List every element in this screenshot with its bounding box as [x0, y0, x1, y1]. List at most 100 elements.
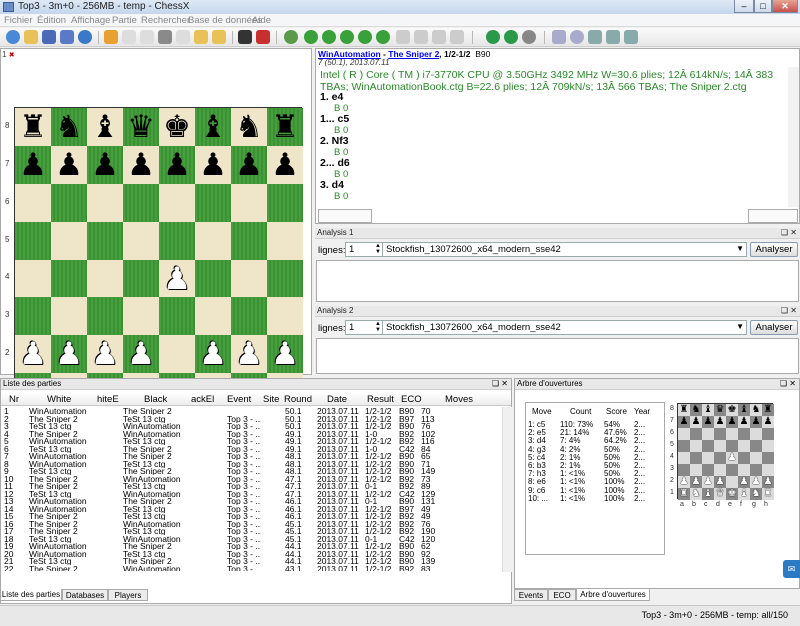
square-b4[interactable]: [51, 259, 87, 298]
square-d4[interactable]: [123, 259, 159, 298]
column-header[interactable]: Count: [570, 407, 591, 416]
white-pawn-icon[interactable]: ♟: [195, 335, 231, 373]
menu-edition[interactable]: Édition: [37, 15, 66, 26]
square-h4[interactable]: [267, 259, 303, 298]
white-pawn-icon[interactable]: ♟: [231, 335, 267, 373]
square-h3[interactable]: [267, 297, 303, 336]
black-pawn-icon[interactable]: ♟: [159, 146, 195, 184]
chess-piece-icon[interactable]: [158, 30, 172, 44]
tree-row[interactable]: 10: ... 1: <1% 100% 2...: [526, 494, 664, 503]
column-header[interactable]: White: [47, 394, 71, 405]
square-a4[interactable]: [15, 259, 51, 298]
previous-game-icon[interactable]: [486, 30, 500, 44]
square-e6[interactable]: [159, 183, 195, 222]
notation-scrollbar[interactable]: [788, 67, 799, 207]
undo-icon[interactable]: [450, 30, 464, 44]
square-f3[interactable]: [195, 297, 231, 336]
column-header[interactable]: Round: [284, 394, 312, 405]
paste-icon[interactable]: [176, 30, 190, 44]
black-queen-icon[interactable]: ♛: [123, 108, 159, 146]
search-icon[interactable]: [570, 30, 584, 44]
tab-eco[interactable]: ECO: [548, 589, 576, 601]
column-header[interactable]: Score: [606, 407, 627, 416]
down-variation-icon[interactable]: [432, 30, 446, 44]
column-header[interactable]: Event: [227, 394, 251, 405]
square-g6[interactable]: [231, 183, 267, 222]
square-g3[interactable]: [231, 297, 267, 336]
black-pawn-icon[interactable]: ♟: [123, 146, 159, 184]
open-folder-icon[interactable]: [24, 30, 38, 44]
lines-spinbox[interactable]: 1 ▲ ▼: [345, 320, 383, 335]
lines-spinbox[interactable]: 1 ▲ ▼: [345, 242, 383, 257]
column-header[interactable]: Move: [532, 407, 552, 416]
square-b6[interactable]: [51, 183, 87, 222]
copy-icon[interactable]: [140, 30, 154, 44]
comment-box-left[interactable]: [318, 209, 372, 223]
black-knight-icon[interactable]: ♞: [231, 108, 267, 146]
tab-events[interactable]: Events: [514, 589, 548, 601]
analyze-button[interactable]: Analyser: [750, 320, 798, 335]
square-b3[interactable]: [51, 297, 87, 336]
black-pawn-icon[interactable]: ♟: [87, 146, 123, 184]
analyze-button[interactable]: Analyser: [750, 242, 798, 257]
square-a5[interactable]: [15, 221, 51, 260]
menu-fichier[interactable]: Fichier: [4, 15, 33, 26]
filter-reset-icon[interactable]: [624, 30, 638, 44]
column-header[interactable]: Date: [327, 394, 347, 405]
forward-icon[interactable]: [340, 30, 354, 44]
table-row[interactable]: 22 The Sniper 2 WinAutomation Top 3 - ... 43…: [1, 565, 501, 572]
back-icon[interactable]: [322, 30, 336, 44]
square-d6[interactable]: [123, 183, 159, 222]
black-knight-icon[interactable]: ♞: [51, 108, 87, 146]
minimize-button[interactable]: –: [734, 0, 754, 13]
menu-partie[interactable]: Partie: [112, 15, 137, 26]
black-pawn-icon[interactable]: ♟: [195, 146, 231, 184]
white-pawn-icon[interactable]: ♟: [15, 335, 51, 373]
square-f5[interactable]: [195, 221, 231, 260]
square-c6[interactable]: [87, 183, 123, 222]
close-button[interactable]: ✕: [772, 0, 798, 13]
black-player-link[interactable]: The Sniper 2: [388, 49, 439, 59]
tab-liste-des-parties[interactable]: Liste des parties: [0, 589, 62, 601]
square-d5[interactable]: [123, 221, 159, 260]
stop-icon[interactable]: [256, 30, 270, 44]
square-e2[interactable]: [159, 335, 195, 374]
square-a6[interactable]: [15, 183, 51, 222]
white-pawn-icon[interactable]: ♟: [267, 335, 303, 373]
black-rook-icon[interactable]: ♜: [267, 108, 303, 146]
square-f6[interactable]: [195, 183, 231, 222]
skip-end-icon[interactable]: [376, 30, 390, 44]
first-move-icon[interactable]: [304, 30, 318, 44]
menu-affichage[interactable]: Affichage: [71, 15, 110, 26]
tab-arbre-ouvertures[interactable]: Arbre d'ouvertures: [576, 589, 650, 601]
column-header[interactable]: Year: [634, 407, 650, 416]
black-pawn-icon[interactable]: ♟: [231, 146, 267, 184]
square-c4[interactable]: [87, 259, 123, 298]
flip-board-icon[interactable]: [238, 30, 252, 44]
menu-rechercher[interactable]: Rechercher: [141, 15, 190, 26]
black-pawn-icon[interactable]: ♟: [267, 146, 303, 184]
square-g5[interactable]: [231, 221, 267, 260]
tab-databases[interactable]: Databases: [62, 589, 108, 601]
tab-players[interactable]: Players: [108, 589, 148, 601]
last-move-icon[interactable]: [358, 30, 372, 44]
black-pawn-icon[interactable]: ♟: [15, 146, 51, 184]
up-variation-icon[interactable]: [414, 30, 428, 44]
filter-icon[interactable]: [588, 30, 602, 44]
square-g4[interactable]: [231, 259, 267, 298]
column-header[interactable]: Result: [367, 394, 394, 405]
next-game-icon[interactable]: [504, 30, 518, 44]
board-tab[interactable]: 1 ✖: [2, 50, 20, 61]
search-board-icon[interactable]: [552, 30, 566, 44]
menu-base-de-donnees[interactable]: Base de données: [188, 15, 262, 26]
square-d3[interactable]: [123, 297, 159, 336]
column-header[interactable]: Nr: [9, 394, 19, 405]
white-pawn-icon[interactable]: ♟: [51, 335, 87, 373]
column-header[interactable]: Black: [144, 394, 167, 405]
square-e5[interactable]: [159, 221, 195, 260]
move-item[interactable]: 2. Nf3: [320, 135, 349, 147]
black-bishop-icon[interactable]: ♝: [195, 108, 231, 146]
column-header[interactable]: ECO: [401, 394, 422, 405]
white-pawn-icon[interactable]: ♟: [87, 335, 123, 373]
chess-board[interactable]: ♜♞♝♛♚♝♞♜♟♟♟♟♟♟♟♟♟♟♟♟♟♟♟♟♜♞♝♛♚♝♞♜: [14, 107, 303, 411]
